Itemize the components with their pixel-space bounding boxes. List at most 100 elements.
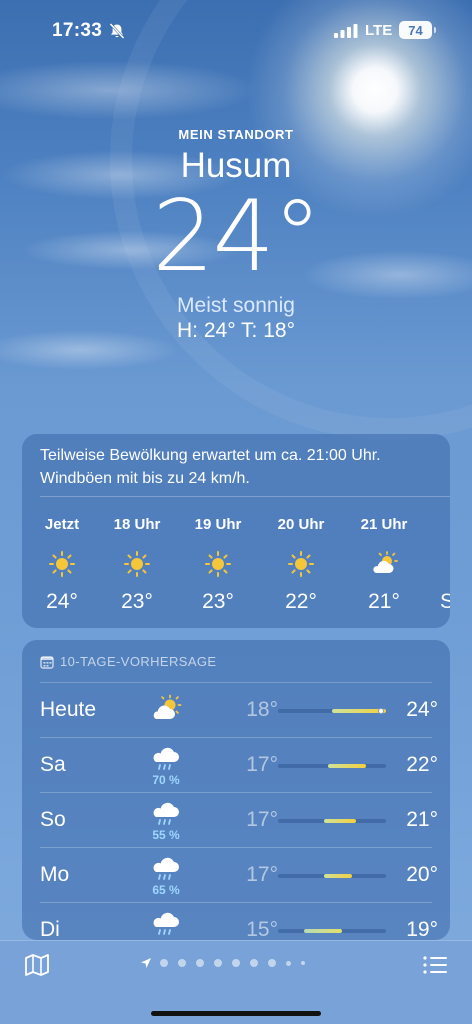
- sun-icon: [124, 551, 150, 577]
- hour-item: 18 Uhr 23°: [97, 516, 177, 614]
- day-low: 17°: [246, 808, 278, 831]
- day-row[interactable]: So 55 % 17° 21°: [22, 792, 450, 847]
- hour-temperature: 23°: [202, 590, 234, 613]
- bell-off-icon: [109, 23, 125, 39]
- network-type: LTE: [365, 22, 393, 39]
- sun-icon: [49, 551, 75, 577]
- hour-temperature: 22°: [285, 590, 317, 613]
- partly-cloudy-icon: [153, 694, 182, 719]
- day-icon: 65 %: [146, 855, 186, 897]
- hour-item: 19 Uhr 23°: [178, 516, 258, 614]
- temperature-range-bar: [278, 708, 386, 714]
- divider: [40, 737, 432, 738]
- day-high: 22°: [406, 753, 438, 776]
- divider: [40, 902, 432, 903]
- day-high: 20°: [406, 863, 438, 886]
- page-dot[interactable]: [196, 959, 204, 967]
- hour-item: 21 Uhr 21°: [344, 516, 424, 614]
- cloud-streak: [0, 60, 260, 120]
- temperature-range-fill: [304, 929, 342, 933]
- day-low: 18°: [246, 698, 278, 721]
- page-dot[interactable]: [268, 959, 276, 967]
- temperature-range-bar: [278, 764, 386, 768]
- day-icon: [146, 694, 186, 722]
- day-row[interactable]: Sa 70 % 17° 22°: [22, 737, 450, 792]
- day-high: 24°: [406, 698, 438, 721]
- partly-cloudy-icon: [373, 551, 398, 573]
- day-name: Sa: [40, 753, 66, 776]
- hour-temperature: 23°: [121, 590, 153, 613]
- day-low: 17°: [246, 863, 278, 886]
- rain-cloud-icon: [153, 747, 179, 770]
- page-dot[interactable]: [286, 960, 291, 966]
- divider: [40, 682, 432, 683]
- rain-cloud-icon: [153, 857, 179, 880]
- hour-temperature: 21°: [368, 590, 400, 613]
- day-name: Mo: [40, 863, 70, 886]
- current-temperature-dot: [378, 708, 384, 714]
- day-name: Heute: [40, 698, 97, 721]
- calendar-icon: [40, 655, 54, 669]
- home-indicator[interactable]: [151, 1011, 321, 1016]
- sun-icon: [205, 551, 231, 577]
- current-temperature: 24°: [152, 180, 322, 294]
- day-row[interactable]: Mo 65 % 17° 20°: [22, 847, 450, 902]
- rain-cloud-icon: [153, 802, 179, 825]
- map-icon[interactable]: [24, 953, 50, 977]
- hourly-summary: Teilweise Bewölkung erwartet um ca. 21:0…: [40, 447, 381, 487]
- hour-label: Jetzt: [44, 516, 80, 533]
- status-time: 17:33: [52, 20, 103, 41]
- precipitation-chance: 55 %: [152, 828, 180, 842]
- hour-label: 19 Uhr: [194, 516, 242, 533]
- day-low: 17°: [246, 753, 278, 776]
- hour-item: Jetzt 24°: [22, 516, 102, 614]
- hour-item-partial: S: [420, 516, 450, 614]
- page-dot[interactable]: [250, 959, 258, 967]
- temperature-range-fill: [324, 874, 352, 878]
- day-high: 19°: [406, 918, 438, 940]
- hour-label: 18 Uhr: [113, 516, 161, 533]
- page-dot[interactable]: [232, 959, 240, 967]
- page-dot[interactable]: [178, 959, 186, 967]
- hour-label: [420, 516, 450, 536]
- location-arrow-icon: [141, 958, 151, 968]
- divider: [40, 496, 450, 497]
- ten-day-forecast-card[interactable]: 10-TAGE-VORHERSAGE Heute 18° 24° Sa 70 %…: [22, 640, 450, 940]
- rain-cloud-icon: [153, 912, 179, 935]
- ten-day-title: 10-TAGE-VORHERSAGE: [60, 654, 217, 669]
- page-dot[interactable]: [214, 959, 222, 967]
- temperature-range-bar: [278, 929, 386, 933]
- temperature-range-bar: [278, 819, 386, 823]
- divider: [40, 792, 432, 793]
- day-icon: 55 %: [146, 800, 186, 842]
- temperature-range-fill: [328, 764, 366, 768]
- hour-label: 21 Uhr: [360, 516, 408, 533]
- list-icon[interactable]: [422, 953, 448, 977]
- signal-icon: [334, 24, 358, 38]
- ten-day-header: 10-TAGE-VORHERSAGE: [40, 654, 217, 669]
- battery-indicator: 74: [399, 21, 436, 39]
- hour-temperature: S: [440, 590, 450, 613]
- location-label: MEIN STANDORT: [178, 127, 294, 142]
- temperature-range-bar: [278, 874, 386, 878]
- day-name: Di: [40, 918, 60, 940]
- hour-temperature: 24°: [46, 590, 78, 613]
- day-high: 21°: [406, 808, 438, 831]
- day-row[interactable]: Di 15° 19°: [22, 902, 450, 940]
- hour-label: 20 Uhr: [277, 516, 325, 533]
- day-row[interactable]: Heute 18° 24°: [22, 682, 450, 737]
- temperature-range-fill: [324, 819, 356, 823]
- sun-icon: [288, 551, 314, 577]
- bottom-toolbar: [0, 940, 472, 1024]
- day-low: 15°: [246, 918, 278, 940]
- day-name: So: [40, 808, 66, 831]
- day-icon: 70 %: [146, 745, 186, 787]
- day-icon: [146, 910, 186, 938]
- status-bar: 17:33 LTE 74: [0, 0, 472, 62]
- precipitation-chance: 65 %: [152, 883, 180, 897]
- page-dot[interactable]: [160, 959, 168, 967]
- page-indicator[interactable]: [140, 955, 315, 971]
- page-dot[interactable]: [301, 961, 305, 965]
- hourly-forecast-card[interactable]: Teilweise Bewölkung erwartet um ca. 21:0…: [22, 434, 450, 628]
- precipitation-chance: 70 %: [152, 773, 180, 787]
